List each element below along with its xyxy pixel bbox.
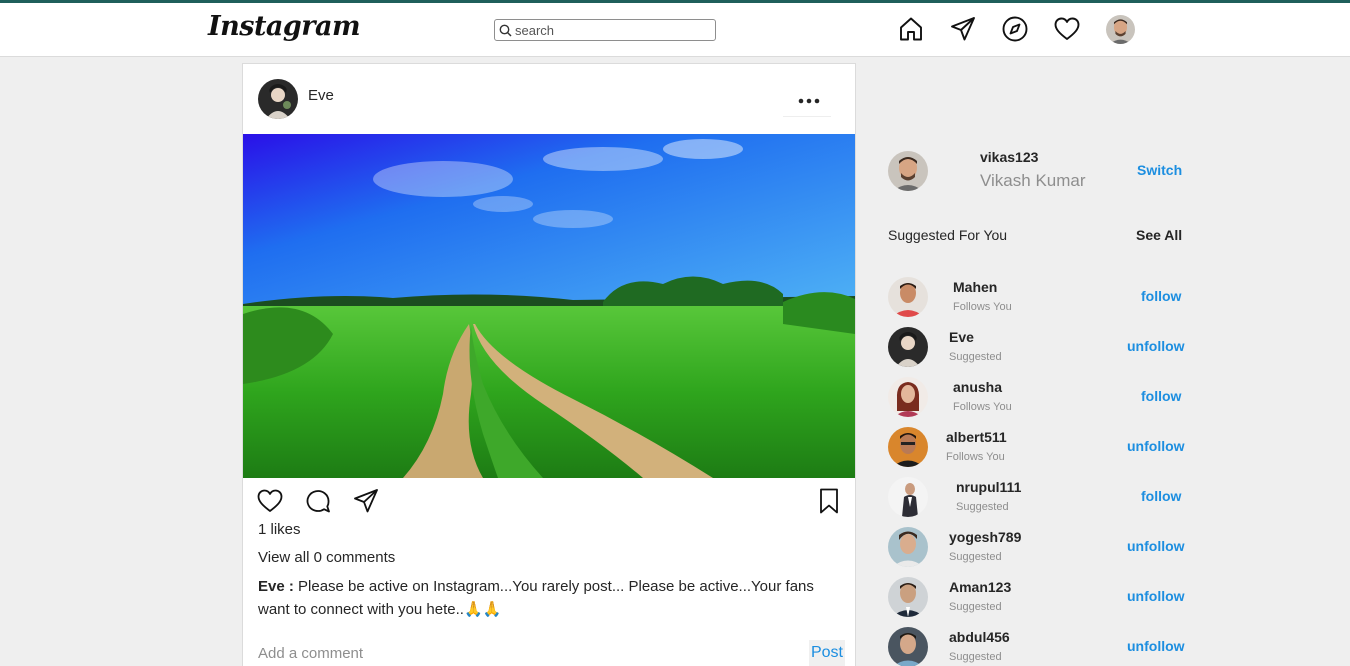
suggestion-avatar[interactable]: [888, 577, 928, 617]
suggestion-name[interactable]: Aman123: [949, 579, 1011, 595]
suggestion-status: Suggested: [949, 351, 1002, 363]
heart-icon[interactable]: [1053, 15, 1081, 43]
suggestion-name[interactable]: abdul456: [949, 629, 1010, 645]
post-author-name[interactable]: Eve: [308, 87, 334, 104]
suggestion-row: nrupul111 Suggested follow: [888, 477, 1188, 527]
unfollow-button[interactable]: unfollow: [1127, 438, 1185, 454]
divider: [783, 116, 831, 117]
current-username[interactable]: vikas123: [980, 149, 1038, 165]
post-card: Eve 1 likes View all 0 comments Eve: Pl…: [242, 63, 856, 666]
suggestion-status: Follows You: [953, 401, 1012, 413]
suggestion-row: Eve Suggested unfollow: [888, 327, 1188, 377]
suggestion-status: Suggested: [949, 601, 1002, 613]
unfollow-button[interactable]: unfollow: [1127, 538, 1185, 554]
suggestion-avatar[interactable]: [888, 377, 928, 417]
explore-icon[interactable]: [1001, 15, 1029, 43]
suggestion-avatar[interactable]: [888, 327, 928, 367]
send-icon[interactable]: [949, 15, 977, 43]
add-comment-input[interactable]: [258, 642, 798, 664]
suggestion-name[interactable]: nrupul111: [956, 479, 1021, 495]
navbar: Instagram: [0, 3, 1350, 57]
suggestion-row: abdul456 Suggested unfollow: [888, 627, 1188, 666]
suggestion-avatar[interactable]: [888, 527, 928, 567]
unfollow-button[interactable]: unfollow: [1127, 588, 1185, 604]
suggestion-row: albert511 Follows You unfollow: [888, 427, 1188, 477]
view-comments-link[interactable]: View all 0 comments: [258, 549, 395, 566]
unfollow-button[interactable]: unfollow: [1127, 638, 1185, 654]
follow-button[interactable]: follow: [1141, 388, 1181, 404]
suggestion-name[interactable]: Mahen: [953, 279, 997, 295]
suggestion-row: Aman123 Suggested unfollow: [888, 577, 1188, 627]
suggestion-avatar[interactable]: [888, 477, 928, 517]
post-author-avatar[interactable]: [258, 79, 298, 119]
search-box[interactable]: [494, 19, 716, 41]
profile-avatar[interactable]: [1106, 15, 1135, 44]
post-caption: Eve : Please be active on Instagram...Yo…: [258, 575, 848, 621]
suggestion-status: Suggested: [949, 551, 1002, 563]
search-input[interactable]: [515, 21, 710, 39]
home-icon[interactable]: [897, 15, 925, 43]
search-icon: [499, 24, 512, 37]
suggestion-name[interactable]: Eve: [949, 329, 974, 345]
instagram-logo[interactable]: Instagram: [208, 11, 361, 42]
suggestion-avatar[interactable]: [888, 427, 928, 467]
suggestion-status: Suggested: [949, 651, 1002, 663]
follow-button[interactable]: follow: [1141, 288, 1181, 304]
suggestion-name[interactable]: albert511: [946, 429, 1007, 445]
post-image[interactable]: [243, 134, 855, 478]
post-comment-button[interactable]: Post: [809, 640, 845, 666]
comment-icon[interactable]: [304, 487, 332, 515]
suggestion-name[interactable]: yogesh789: [949, 529, 1021, 545]
suggestion-avatar[interactable]: [888, 277, 928, 317]
current-fullname: Vikash Kumar: [980, 171, 1086, 190]
share-icon[interactable]: [352, 487, 380, 515]
unfollow-button[interactable]: unfollow: [1127, 338, 1185, 354]
suggestion-row: anusha Follows You follow: [888, 377, 1188, 427]
suggestion-status: Follows You: [953, 301, 1012, 313]
suggestion-status: Suggested: [956, 501, 1009, 513]
suggestion-row: Mahen Follows You follow: [888, 277, 1188, 327]
caption-author[interactable]: Eve :: [258, 578, 294, 595]
see-all-link[interactable]: See All: [1136, 227, 1182, 243]
suggestion-avatar[interactable]: [888, 627, 928, 666]
suggestions-heading: Suggested For You: [888, 227, 1008, 243]
bookmark-icon[interactable]: [815, 487, 843, 515]
follow-button[interactable]: follow: [1141, 488, 1181, 504]
suggestion-row: yogesh789 Suggested unfollow: [888, 527, 1188, 577]
caption-text: Please be active on Instagram...You rare…: [258, 578, 814, 618]
suggestion-name[interactable]: anusha: [953, 379, 1002, 395]
more-options-icon[interactable]: [796, 88, 822, 114]
suggestion-status: Follows You: [946, 451, 1005, 463]
switch-account-button[interactable]: Switch: [1137, 162, 1182, 178]
current-user-avatar[interactable]: [888, 151, 928, 191]
like-count: 1 likes: [258, 521, 301, 538]
like-icon[interactable]: [256, 487, 284, 515]
